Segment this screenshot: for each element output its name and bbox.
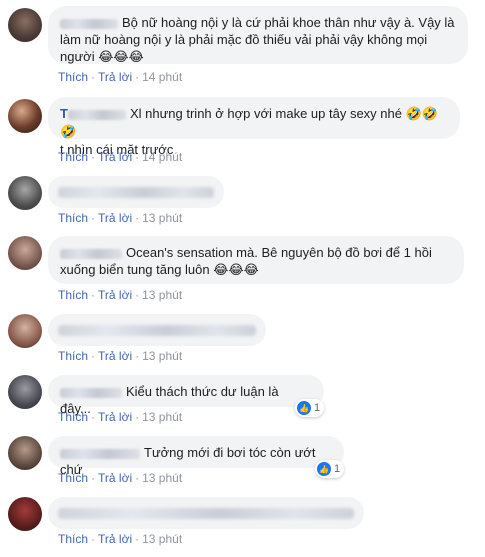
commenter-name[interactable] bbox=[60, 248, 122, 259]
comment-actions: Thích · Trả lời · 13 phút bbox=[58, 349, 183, 363]
comment-time[interactable]: 13 phút bbox=[142, 410, 182, 424]
like-link[interactable]: Thích bbox=[58, 150, 88, 164]
reaction-count: 1 bbox=[334, 463, 341, 475]
like-link[interactable]: Thích bbox=[58, 532, 88, 546]
like-reaction-icon: 👍 bbox=[317, 462, 331, 476]
commenter-name[interactable] bbox=[60, 448, 140, 459]
comment-bubble: T Xl nhưng trinh ở hợp với make up tây se… bbox=[48, 97, 460, 157]
comment-bubble: Bộ nữ hoàng nội y là cứ phải khoe thân n… bbox=[48, 6, 468, 65]
avatar[interactable] bbox=[8, 8, 42, 42]
comment-actions: Thích · Trả lời · 13 phút bbox=[58, 410, 183, 424]
comment-actions: Thích · Trả lời · 14 phút bbox=[58, 150, 183, 164]
reply-link[interactable]: Trả lời bbox=[98, 410, 132, 424]
like-link[interactable]: Thích bbox=[58, 410, 88, 424]
commenter-name-visible[interactable]: T bbox=[60, 106, 68, 121]
blurred-comment-text bbox=[58, 187, 214, 198]
avatar[interactable] bbox=[8, 236, 42, 270]
comment-bubble: Kiểu thách thức dư luận là đây... bbox=[48, 375, 324, 416]
commenter-name[interactable] bbox=[60, 387, 122, 398]
comment-bubble bbox=[48, 314, 266, 346]
comment-actions: Thích · Trả lời · 13 phút bbox=[58, 471, 183, 485]
reaction-summary[interactable]: 👍 1 bbox=[315, 460, 345, 478]
commenter-name[interactable] bbox=[60, 18, 118, 29]
reply-link[interactable]: Trả lời bbox=[98, 349, 132, 363]
commenter-name[interactable] bbox=[67, 109, 126, 120]
reply-link[interactable]: Trả lời bbox=[98, 288, 132, 302]
reply-link[interactable]: Trả lời bbox=[98, 532, 132, 546]
reply-link[interactable]: Trả lời bbox=[98, 150, 132, 164]
comment-time[interactable]: 13 phút bbox=[142, 288, 182, 302]
comment-bubble bbox=[48, 176, 224, 208]
comment-emoji: 😂😂😂 bbox=[213, 263, 259, 278]
comment-text: Xl nhưng trinh ở hợp với make up tây sex… bbox=[129, 106, 402, 121]
comment-emoji: 😂😂😂 bbox=[98, 50, 144, 65]
comment-actions: Thích · Trả lời · 13 phút bbox=[58, 211, 183, 225]
like-link[interactable]: Thích bbox=[58, 70, 88, 84]
comment-bubble bbox=[48, 497, 364, 529]
like-link[interactable]: Thích bbox=[58, 211, 88, 225]
comment-bubble: Tưởng mới đi bơi tóc còn ướt chứ bbox=[48, 436, 344, 477]
like-reaction-icon: 👍 bbox=[297, 401, 311, 415]
comment-actions: Thích · Trả lời · 13 phút bbox=[58, 288, 183, 302]
avatar[interactable] bbox=[8, 436, 42, 470]
reaction-summary[interactable]: 👍 1 bbox=[295, 399, 325, 417]
blurred-comment-text bbox=[58, 508, 354, 519]
comment-time[interactable]: 13 phút bbox=[142, 349, 182, 363]
reply-link[interactable]: Trả lời bbox=[98, 70, 132, 84]
like-link[interactable]: Thích bbox=[58, 288, 88, 302]
avatar[interactable] bbox=[8, 497, 42, 531]
reply-link[interactable]: Trả lời bbox=[98, 471, 132, 485]
like-link[interactable]: Thích bbox=[58, 471, 88, 485]
comment-bubble: Ocean's sensation mà. Bê nguyên bộ đồ bơ… bbox=[48, 236, 464, 284]
avatar[interactable] bbox=[8, 99, 42, 133]
comment-time[interactable]: 13 phút bbox=[142, 211, 182, 225]
comment-actions: Thích · Trả lời · 14 phút bbox=[58, 70, 183, 84]
reply-link[interactable]: Trả lời bbox=[98, 211, 132, 225]
comment-actions: Thích · Trả lời · 13 phút bbox=[58, 532, 183, 546]
comment-time[interactable]: 14 phút bbox=[142, 150, 182, 164]
avatar[interactable] bbox=[8, 314, 42, 348]
avatar[interactable] bbox=[8, 176, 42, 210]
like-link[interactable]: Thích bbox=[58, 349, 88, 363]
comment-time[interactable]: 13 phút bbox=[142, 532, 182, 546]
blurred-comment-text bbox=[58, 325, 256, 336]
comment-time[interactable]: 13 phút bbox=[142, 471, 182, 485]
comment-time[interactable]: 14 phút bbox=[142, 70, 182, 84]
avatar[interactable] bbox=[8, 375, 42, 409]
reaction-count: 1 bbox=[314, 402, 321, 414]
